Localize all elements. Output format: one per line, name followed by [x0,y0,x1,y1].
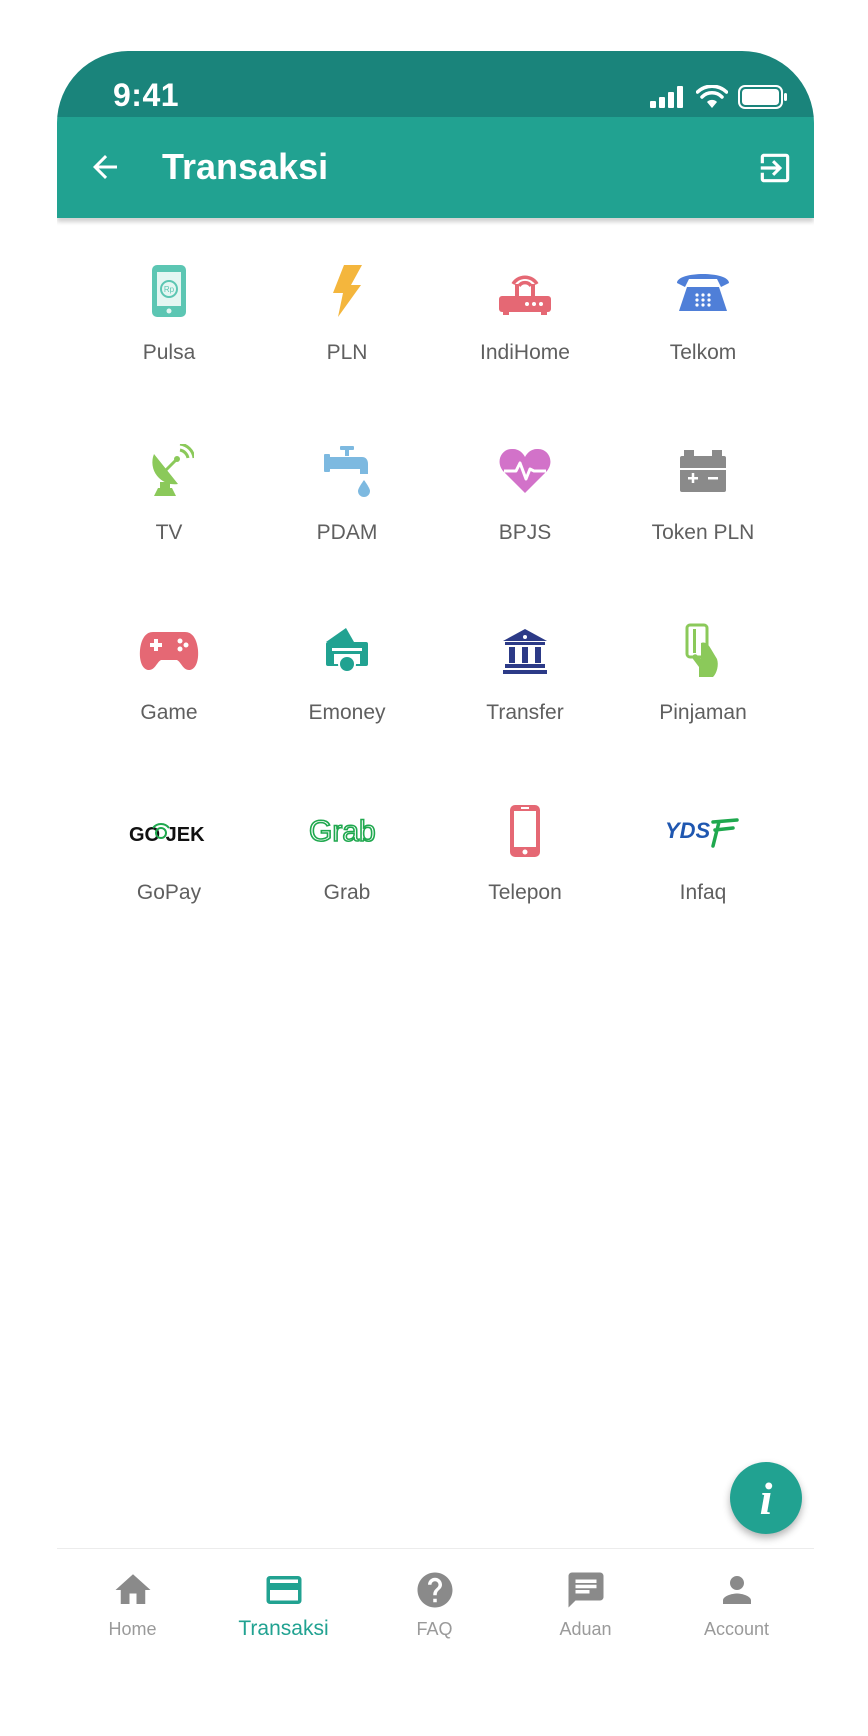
battery-icon [673,441,733,501]
menu-item-label: GoPay [136,881,202,904]
info-icon: i [759,1472,773,1524]
lightning-icon [317,261,377,321]
nav-transaksi[interactable]: Transaksi [208,1549,359,1669]
nav-label: Account [703,1619,770,1639]
nav-faq[interactable]: FAQ [359,1549,510,1669]
hand-card-icon [673,621,733,681]
heart-pulse-icon [495,441,555,501]
menu-item-label: PDAM [316,521,378,544]
wallet-card-icon [317,621,377,681]
menu-item-infaq[interactable]: YDS Infaq [614,761,792,911]
svg-text:Rp: Rp [164,285,175,294]
menu-item-telkom[interactable]: Telkom [614,221,792,371]
page-title: Transaksi [162,146,329,187]
yds-logo-text: YDS [665,818,711,843]
gojek-logo: GO JEK [94,801,244,861]
menu-item-gopay[interactable]: GO JEK GoPay [80,761,258,911]
menu-item-label: Telepon [488,881,562,904]
status-bar: 9:41 [57,51,814,117]
info-fab[interactable]: i [730,1462,802,1534]
nav-label: Transaksi [238,1617,329,1640]
nav-label: FAQ [416,1619,453,1639]
menu-item-token-pln[interactable]: Token PLN [614,401,792,551]
nav-account[interactable]: Account [661,1549,812,1669]
menu-item-label: IndiHome [480,341,570,364]
menu-item-indihome[interactable]: IndiHome [436,221,614,371]
telephone-icon [673,261,733,321]
person-icon [723,1576,751,1604]
menu-item-label: PLN [326,341,368,364]
nav-aduan[interactable]: Aduan [510,1549,661,1669]
nav-label: Aduan [559,1619,612,1639]
menu-item-label: Infaq [679,881,727,904]
home-icon [115,1574,151,1604]
water-tap-icon [317,441,377,501]
message-icon [568,1572,604,1608]
menu-item-label: Transfer [486,701,564,724]
nav-home[interactable]: Home [57,1549,208,1669]
card-icon [266,1576,302,1604]
menu-item-game[interactable]: Game [80,581,258,731]
help-circle-icon [417,1572,453,1608]
menu-item-pdam[interactable]: PDAM [258,401,436,551]
status-time: 9:41 [113,77,180,113]
menu-item-label: Game [140,701,198,724]
status-icons [650,85,788,109]
menu-item-telepon[interactable]: Telepon [436,761,614,911]
menu-item-tv[interactable]: TV [80,401,258,551]
battery-status-icon [738,85,787,109]
exit-icon[interactable] [756,149,794,187]
wifi-icon [696,85,728,108]
menu-item-label: BPJS [498,521,552,544]
menu-item-pinjaman[interactable]: Pinjaman [614,581,792,731]
menu-item-label: Grab [323,881,371,904]
menu-item-label: TV [155,521,183,544]
satellite-dish-icon [139,441,199,501]
menu-item-pln[interactable]: PLN [258,221,436,371]
menu-item-transfer[interactable]: Transfer [436,581,614,731]
bottom-navigation: Home Transaksi FAQ Aduan Account [57,1548,814,1669]
menu-item-grab[interactable]: Grab Grab [258,761,436,911]
menu-item-emoney[interactable]: Emoney [258,581,436,731]
grab-logo-text: Grab [309,815,376,848]
menu-item-label: Pinjaman [659,701,747,724]
menu-item-label: Telkom [669,341,737,364]
menu-item-pulsa[interactable]: Rp Pulsa [80,221,258,371]
nav-label: Home [108,1619,157,1639]
grab-logo: Grab [272,801,422,861]
signal-icon [650,86,683,108]
menu-item-bpjs[interactable]: BPJS [436,401,614,551]
menu-item-label: Emoney [308,701,386,724]
yds-logo: YDS [628,801,778,861]
mobile-phone-icon [495,801,555,861]
phone-rp-icon: Rp [139,261,199,321]
back-arrow-icon[interactable] [87,149,123,185]
gamepad-icon [139,621,199,681]
app-bar: Transaksi [57,117,814,218]
menu-item-label: Pulsa [142,341,196,364]
menu-item-label: Token PLN [651,521,755,544]
phone-screen: 9:41 Transaksi Rp Pulsa PLN IndiHome Tel… [57,51,814,1725]
bank-icon [495,621,555,681]
router-icon [495,261,555,321]
